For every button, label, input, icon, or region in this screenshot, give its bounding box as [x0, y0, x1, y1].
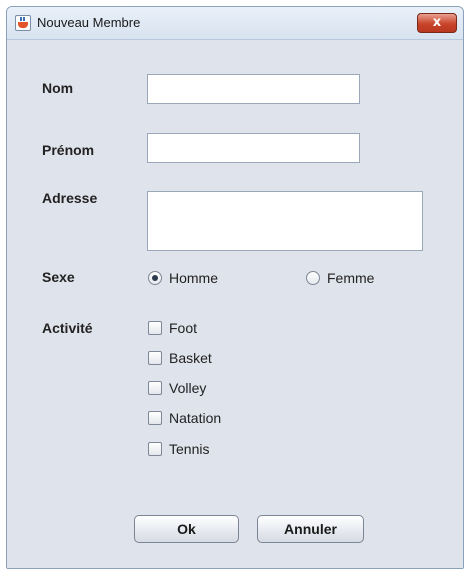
ok-button[interactable]: Ok [134, 515, 239, 543]
prenom-field[interactable] [147, 133, 360, 163]
checkbox-tennis-label: Tennis [169, 441, 210, 457]
nom-label: Nom [42, 80, 74, 96]
checkbox-box[interactable] [148, 381, 162, 395]
sexe-label: Sexe [42, 269, 75, 285]
title-bar: Nouveau Membre x [7, 7, 463, 40]
radio-femme-label: Femme [327, 270, 375, 286]
checkbox-box[interactable] [148, 411, 162, 425]
prenom-label: Prénom [42, 142, 95, 158]
checkbox-natation-label: Natation [169, 410, 222, 426]
checkbox-foot-label: Foot [169, 320, 198, 336]
checkbox-tennis[interactable]: Tennis [148, 441, 209, 457]
checkbox-basket[interactable]: Basket [148, 350, 212, 366]
checkbox-volley[interactable]: Volley [148, 380, 206, 396]
adresse-label: Adresse [42, 190, 98, 206]
nom-field[interactable] [147, 74, 360, 104]
close-icon: x [432, 15, 442, 30]
activite-label: Activité [42, 320, 93, 336]
checkbox-box[interactable] [148, 321, 162, 335]
checkbox-natation[interactable]: Natation [148, 410, 221, 426]
radio-femme[interactable]: Femme [306, 270, 374, 286]
window-title: Nouveau Membre [37, 15, 141, 30]
radio-button[interactable] [306, 271, 320, 285]
checkbox-foot[interactable]: Foot [148, 320, 197, 336]
form-panel: Nom Prénom Adresse Sexe Homme Femme Acti… [7, 40, 463, 568]
cancel-button[interactable]: Annuler [257, 515, 364, 543]
adresse-field[interactable] [147, 191, 423, 251]
checkbox-box[interactable] [148, 351, 162, 365]
checkbox-volley-label: Volley [169, 380, 207, 396]
radio-homme[interactable]: Homme [148, 270, 218, 286]
close-button[interactable]: x [417, 13, 457, 33]
java-app-icon [15, 15, 31, 31]
checkbox-basket-label: Basket [169, 350, 212, 366]
radio-homme-label: Homme [169, 270, 219, 286]
radio-button-checked[interactable] [148, 271, 162, 285]
checkbox-box[interactable] [148, 442, 162, 456]
dialog-window: Nouveau Membre x Nom Prénom Adresse Sexe… [6, 6, 464, 569]
